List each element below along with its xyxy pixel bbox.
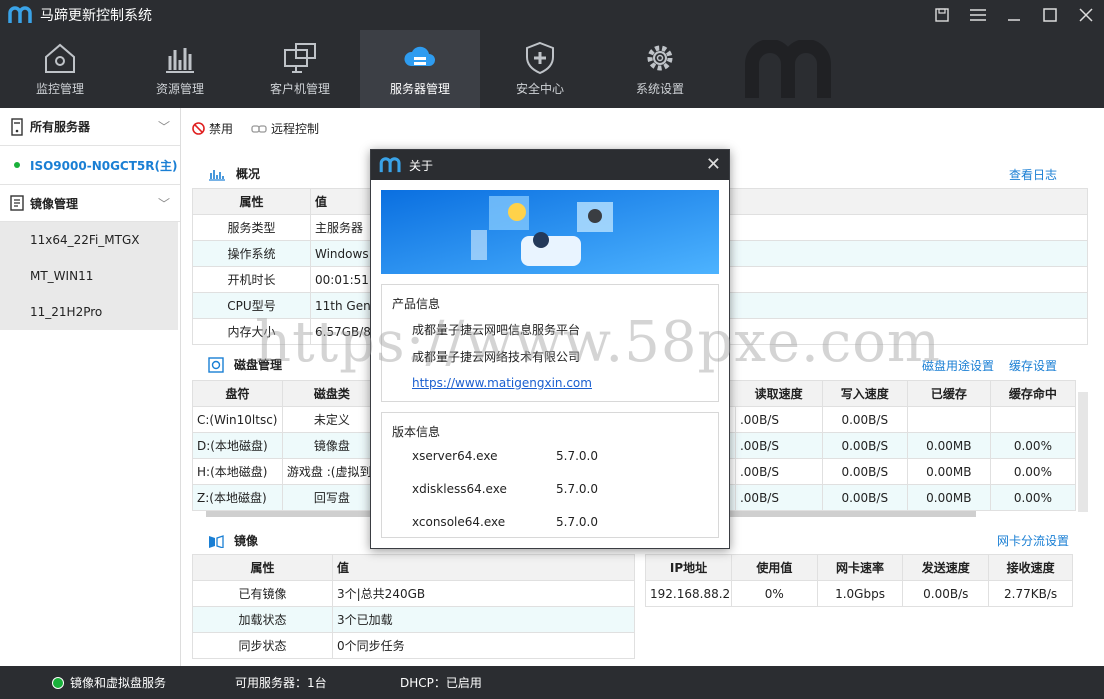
chevron-down-icon: ﹀ [157,120,170,134]
nav-servers[interactable]: 服务器管理 [360,30,480,108]
company-name-1: 成都量子捷云网吧信息服务平台 [412,323,581,337]
bar-chart-icon [166,48,194,73]
online-status-icon [14,162,20,168]
main-nav: 监控管理 资源管理 客户机管理 服务器管理 安全中心 系统设置 [0,30,1104,108]
dhcp-status: DHCP：已启用 [400,676,482,690]
disk-title: 磁盘管理 [208,356,282,373]
sidebar: 所有服务器 ﹀ ISO9000-N0GCT5R(主) 镜像管理 ﹀ 11x64_… [0,108,181,666]
sidebar-item-image[interactable]: MT_WIN11 [0,258,178,294]
nav-clients[interactable]: 客户机管理 [240,30,360,108]
ban-icon [192,122,205,135]
version-number: 5.7.0.0 [556,482,598,496]
nav-settings[interactable]: 系统设置 [600,30,720,108]
save-icon[interactable] [924,0,960,30]
about-dialog-title-bar: 关于 ✕ [371,150,729,180]
desktop-computers-icon [284,43,316,73]
brand-watermark-icon [745,40,831,98]
nic-table: IP地址 使用值 网卡速率 发送速度 接收速度 192.168.88.230 0… [645,554,1073,607]
gear-icon [647,45,673,71]
dialog-close-icon[interactable]: ✕ [706,154,721,175]
mirror-icon [209,534,224,548]
table-row[interactable]: 加载状态 3个已加载 [192,606,635,633]
disk-usage-settings-link[interactable]: 磁盘用途设置 [922,357,994,374]
table-row[interactable]: 192.168.88.230 0% 1.0Gbps 0.00B/s 2.77KB… [645,580,1073,607]
minimize-button[interactable] [996,0,1032,30]
disk-vertical-scrollbar[interactable] [1078,392,1088,512]
mirror-table: 属性值 已有镜像 3个|总共240GB 加载状态 3个已加载 同步状态 0个同步任务 [192,554,635,659]
mirror-title: 镜像 [208,532,258,549]
overview-title: 概况 [208,165,260,182]
product-info-box: 产品信息 成都量子捷云网吧信息服务平台 成都量子捷云网络技术有限公司 https… [381,284,719,402]
monitor-house-icon [45,43,75,73]
version-file: xconsole64.exe [412,515,506,529]
sidebar-group-images[interactable]: 镜像管理 ﹀ [0,184,180,222]
view-log-link[interactable]: 查看日志 [1009,166,1057,183]
remote-control-button[interactable]: 远程控制 [251,120,319,137]
sidebar-item-server[interactable]: ISO9000-N0GCT5R(主) [0,146,180,184]
nav-monitor[interactable]: 监控管理 [0,30,120,108]
menu-icon[interactable] [960,0,996,30]
version-number: 5.7.0.0 [556,515,598,529]
version-number: 5.7.0.0 [556,449,598,463]
status-bar: 镜像和虚拟盘服务 可用服务器：1台 DHCP：已启用 [0,666,1104,699]
app-title: 马蹄更新控制系统 [40,8,152,24]
service-status: 镜像和虚拟盘服务 [52,666,166,699]
close-button[interactable] [1068,0,1104,30]
version-file: xserver64.exe [412,449,498,463]
available-servers: 可用服务器：1台 [235,676,327,690]
nic-split-settings-link[interactable]: 网卡分流设置 [997,532,1069,549]
version-info-box: 版本信息 xserver64.exe 5.7.0.0 xdiskless64.e… [381,412,719,538]
sidebar-group-servers[interactable]: 所有服务器 ﹀ [0,108,180,146]
image-manage-icon [10,195,24,211]
disk-icon [208,356,224,373]
maximize-button[interactable] [1032,0,1068,30]
title-bar: 马蹄更新控制系统 [0,0,1104,30]
shield-plus-icon [526,41,554,75]
cache-settings-link[interactable]: 缓存设置 [1009,357,1057,374]
bar-chart-icon [209,169,225,181]
service-online-icon [52,676,64,689]
version-file: xdiskless64.exe [412,482,507,496]
nav-resources[interactable]: 资源管理 [120,30,240,108]
table-row[interactable]: 同步状态 0个同步任务 [192,632,635,659]
chevron-down-icon: ﹀ [157,196,170,211]
app-logo-icon [8,6,32,23]
server-tower-icon [11,117,23,136]
app-logo-icon [379,157,401,173]
nav-security[interactable]: 安全中心 [480,30,600,108]
about-dialog: 关于 ✕ 产品信息 成都量子捷云网吧信息服务平台 成都量子捷云网络技术有限公司 … [370,149,730,549]
table-row[interactable]: 已有镜像 3个|总共240GB [192,580,635,607]
company-name-2: 成都量子捷云网络技术有限公司 [412,350,581,364]
disable-button[interactable]: 禁用 [192,120,233,137]
cloud-server-icon [404,46,435,66]
sidebar-item-image[interactable]: 11_21H2Pro [0,294,178,330]
link-icon [251,124,267,133]
website-link[interactable]: https://www.matigengxin.com [412,376,592,390]
about-banner-illustration [381,190,719,274]
sidebar-item-image[interactable]: 11x64_22Fi_MTGX [0,222,178,258]
